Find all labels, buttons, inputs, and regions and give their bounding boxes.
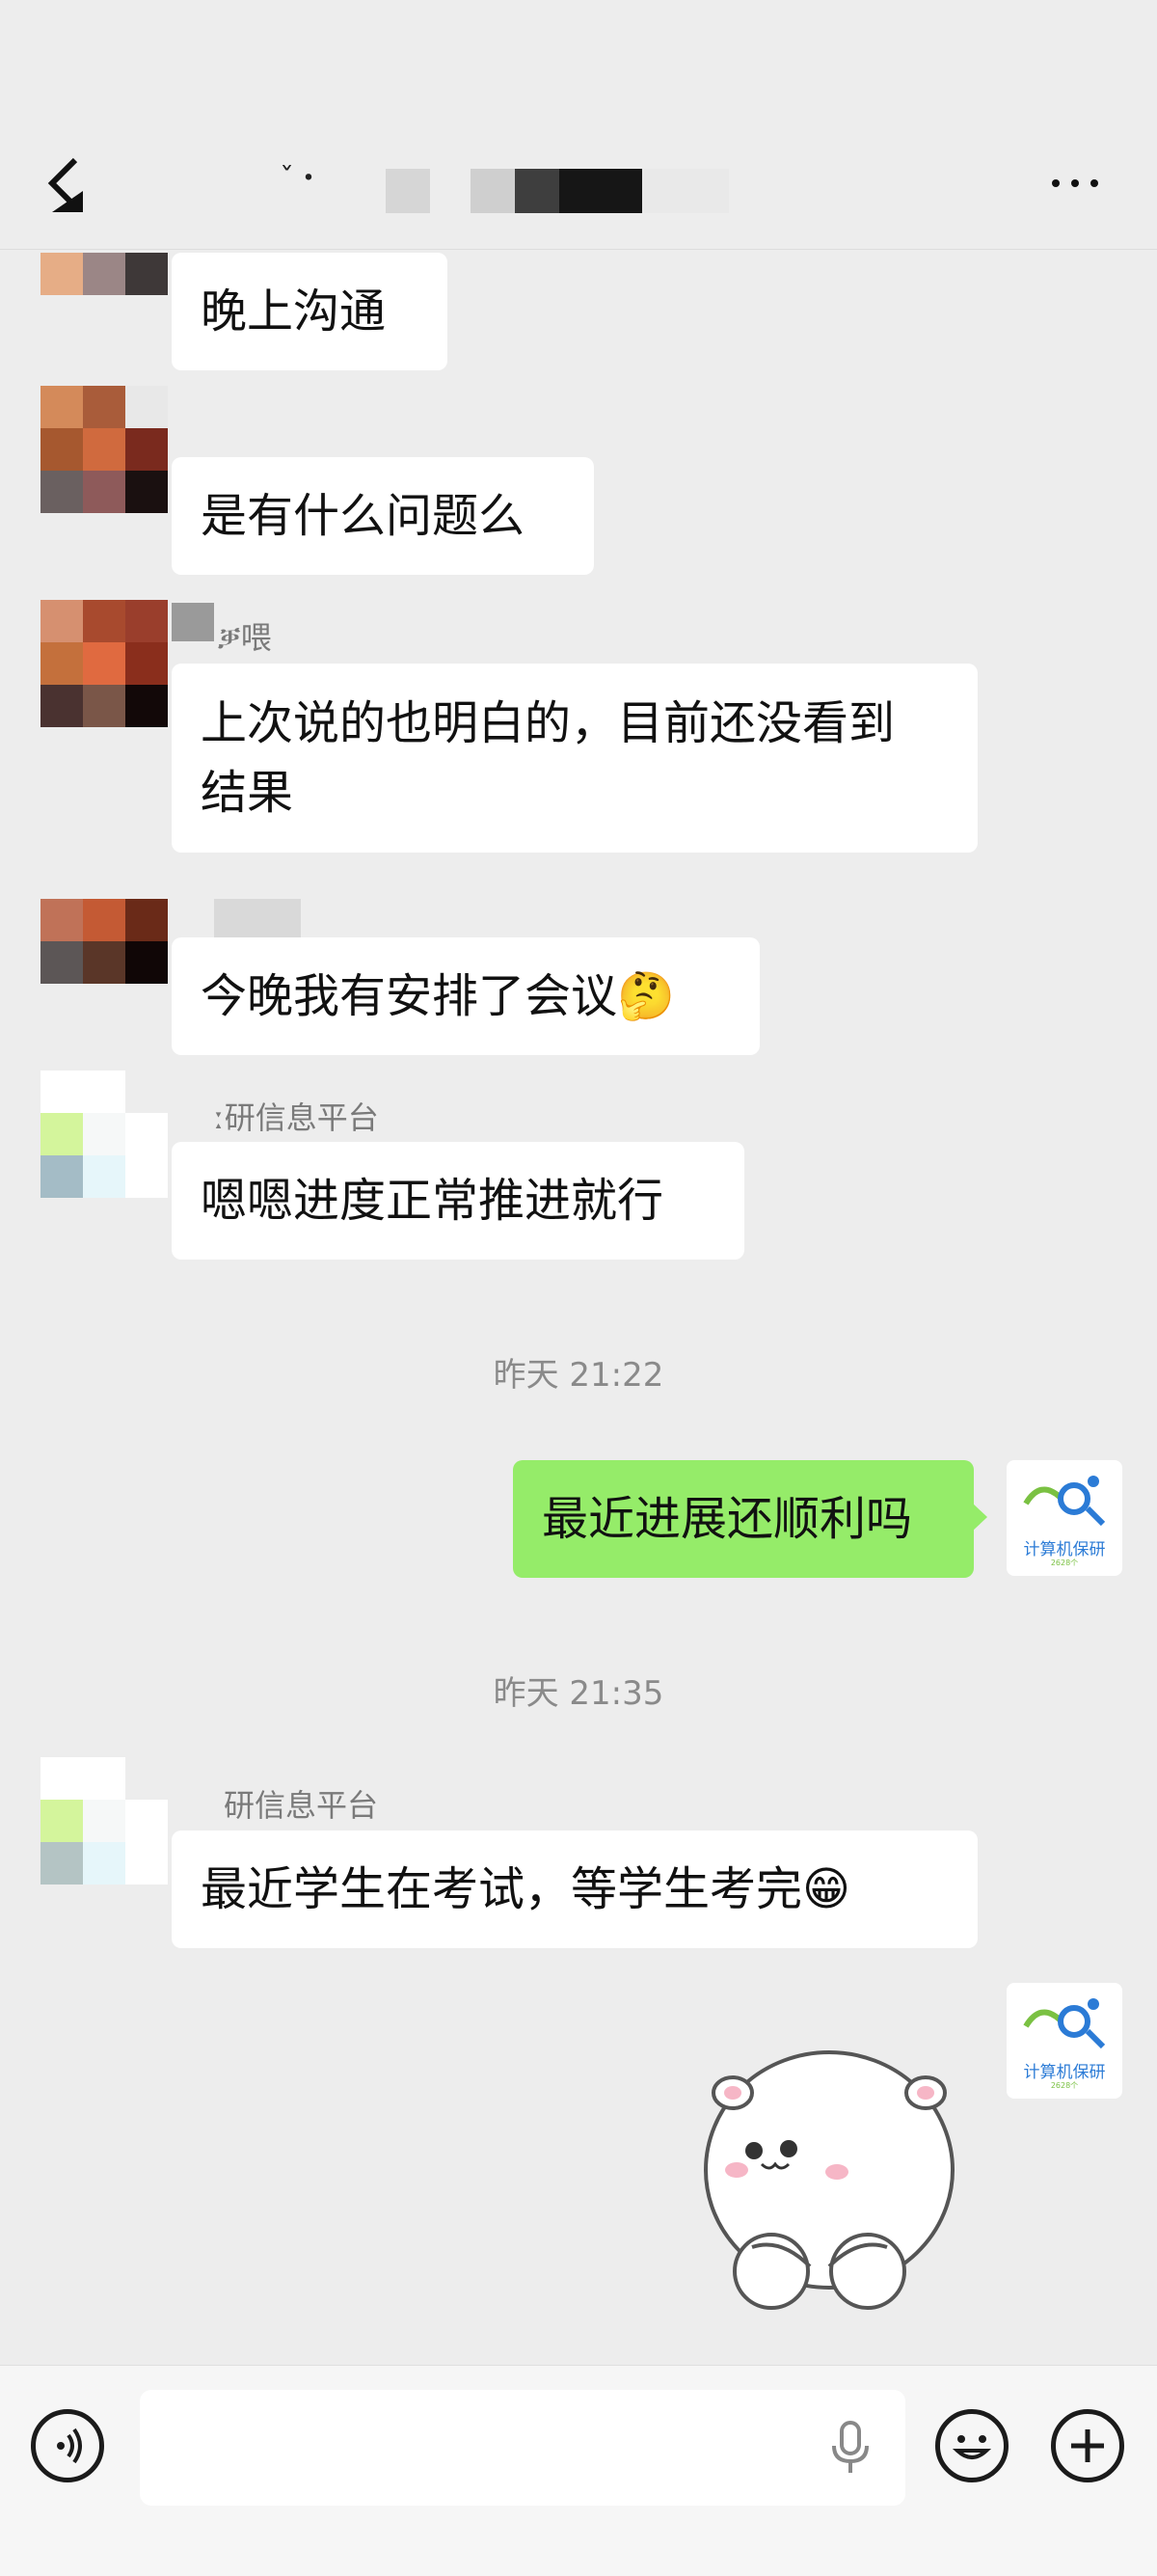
- message-text: 嗯嗯进度正常推进就行: [201, 1174, 664, 1228]
- sender-name: 研信息平台: [224, 1787, 379, 1824]
- message-bubble[interactable]: 晚上沟通: [172, 253, 447, 370]
- self-avatar[interactable]: 计算机保研 2628个: [1007, 1983, 1122, 2099]
- more-icon: [1052, 179, 1098, 187]
- avatar[interactable]: [40, 600, 168, 727]
- cute-blob-sticker-icon: [704, 2050, 955, 2310]
- avatar[interactable]: [40, 253, 168, 295]
- logo-icon: [1023, 1998, 1106, 2049]
- message-input[interactable]: [140, 2390, 905, 2506]
- voice-button[interactable]: [31, 2409, 104, 2482]
- message-text: 今晚我有安排了会议: [201, 969, 618, 1023]
- message-bubble[interactable]: 上次说的也明白的，目前还没看到 结果: [172, 664, 978, 853]
- message-text: 最近进展还顺利吗: [542, 1492, 913, 1546]
- microphone-icon: [832, 2421, 869, 2473]
- timestamp: 昨天 21:22: [493, 1356, 664, 1395]
- message-text-line: 上次说的也明白的，目前还没看到: [201, 696, 896, 750]
- title-blur-1: [386, 169, 430, 213]
- emoji-icon: [952, 2435, 992, 2459]
- message-text-line: 结果: [201, 766, 294, 820]
- message-text: 晚上沟通: [201, 285, 387, 339]
- chat-title: ˇ・: [280, 162, 323, 196]
- back-button[interactable]: [39, 152, 96, 220]
- self-avatar[interactable]: 计算机保研 2628个: [1007, 1460, 1122, 1576]
- sender-name: ቓ喂: [218, 619, 272, 656]
- message-bubble[interactable]: 嗯嗯进度正常推进就行: [172, 1142, 744, 1260]
- title-blur-2: [471, 169, 515, 213]
- self-avatar-caption: 计算机保研: [1023, 2063, 1106, 2082]
- sticker-image[interactable]: [694, 2035, 964, 2324]
- avatar[interactable]: [40, 386, 168, 513]
- avatar[interactable]: [40, 1071, 168, 1198]
- avatar[interactable]: [40, 899, 168, 984]
- name-blur: [172, 603, 214, 641]
- emoji-button[interactable]: [935, 2409, 1009, 2482]
- message-bubble[interactable]: 今晚我有安排了会议🤔: [172, 937, 760, 1055]
- message-bubble[interactable]: 最近学生在考试，等学生考完😁: [172, 1830, 978, 1948]
- title-blur-5: [642, 169, 729, 213]
- message-text: 最近学生在考试，等学生考完: [201, 1862, 803, 1916]
- self-message-bubble[interactable]: 最近进展还顺利吗: [513, 1460, 974, 1578]
- plus-icon: [1071, 2429, 1104, 2462]
- thinking-emoji: 🤔: [617, 969, 675, 1023]
- title-blur-4: [559, 169, 642, 213]
- message-bubble[interactable]: 是有什么问题么: [172, 457, 594, 575]
- bubble-tail: [972, 1503, 987, 1532]
- avatar[interactable]: [40, 1757, 168, 1885]
- message-text: 是有什么问题么: [201, 489, 525, 543]
- more-button[interactable]: [1046, 164, 1104, 203]
- title-blur-3: [515, 169, 559, 213]
- self-avatar-sub: 2628个: [1050, 2081, 1079, 2090]
- logo-icon: [1023, 1476, 1106, 1527]
- back-icon: [47, 157, 83, 212]
- grin-emoji: 😁: [802, 1862, 851, 1916]
- plus-button[interactable]: [1051, 2409, 1124, 2482]
- name-blur: [214, 899, 301, 941]
- self-avatar-caption: 计算机保研: [1023, 1540, 1106, 1559]
- microphone-button[interactable]: [827, 2421, 874, 2475]
- sender-name: ː研信息平台: [214, 1099, 379, 1136]
- self-avatar-sub: 2628个: [1050, 1559, 1079, 1567]
- timestamp: 昨天 21:35: [493, 1674, 664, 1713]
- voice-icon: [57, 2427, 82, 2464]
